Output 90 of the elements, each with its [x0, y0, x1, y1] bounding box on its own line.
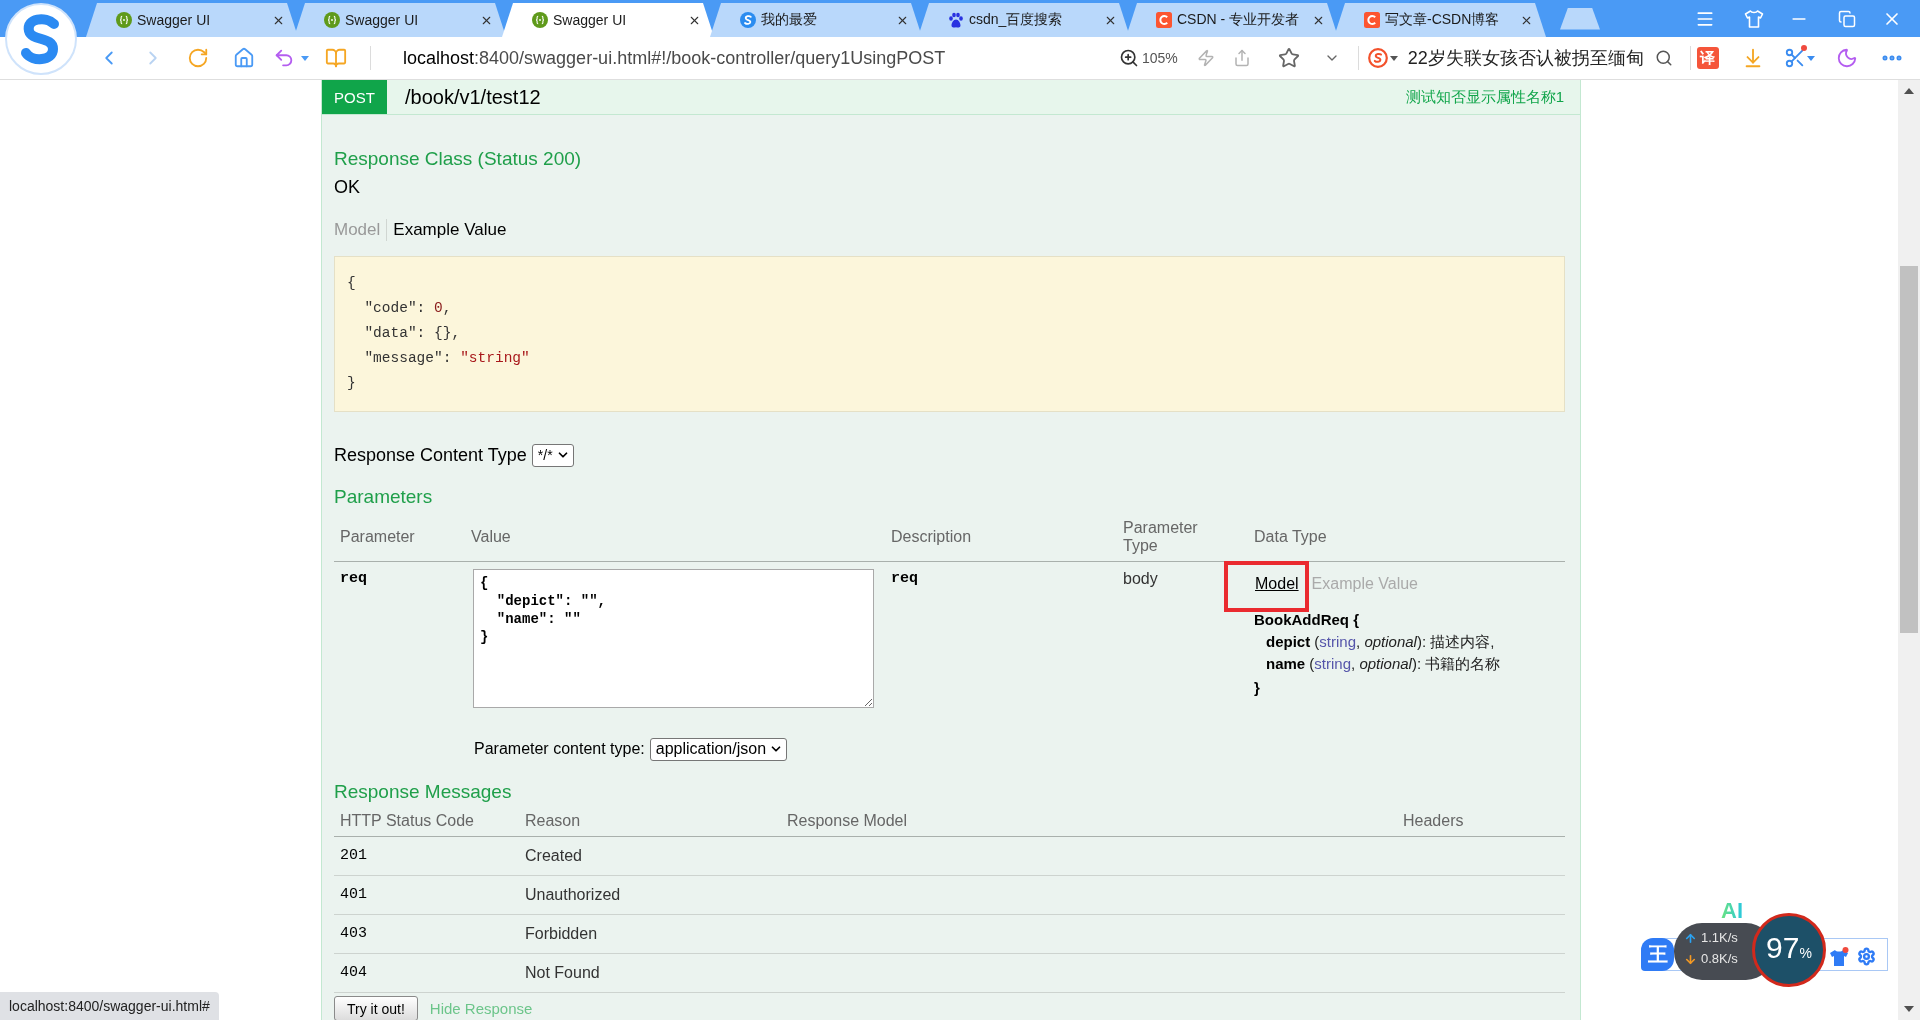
download-arrow-icon [1684, 952, 1697, 966]
method-badge: POST [322, 80, 387, 114]
table-cell: body [1123, 569, 1158, 589]
column-header: HTTP Status Code [339, 812, 475, 830]
field-label: Response Content Type [334, 444, 527, 466]
table-cell: Forbidden [525, 924, 598, 944]
try-button[interactable]: Try it out! [334, 996, 418, 1020]
curly-brace-logo-icon [116, 12, 132, 28]
model-line: name (string, optional): 书籍的名称 [1265, 654, 1501, 674]
section-heading: Parameters [334, 485, 433, 509]
settings-icon[interactable] [1857, 947, 1876, 966]
zoom-level[interactable]: 105% [1142, 50, 1178, 66]
load-ring[interactable]: 97% [1752, 913, 1826, 987]
lightning-icon[interactable] [1196, 49, 1215, 67]
undo-icon[interactable] [273, 47, 295, 69]
field-label: Parameter content type: [474, 740, 645, 758]
code-line: "data": {}, [363, 324, 461, 343]
s-logo-icon[interactable] [1367, 48, 1388, 68]
browser-tab[interactable]: 我的最爱 [710, 3, 922, 37]
restore-icon[interactable] [1838, 9, 1856, 28]
status-url-tooltip: localhost:8400/swagger-ui.html# [0, 992, 219, 1020]
upload-speed: 1.1K/s [1701, 929, 1738, 947]
table-cell: req [891, 569, 918, 589]
model-line: BookAddReq { [1254, 610, 1359, 630]
view-tab[interactable]: Model [1255, 574, 1299, 594]
status-text: OK [334, 176, 360, 198]
browser-tab[interactable]: Swagger UI [294, 3, 506, 37]
section-heading: Response Class (Status 200) [334, 147, 582, 171]
browser-tab[interactable]: Swagger UI [86, 3, 298, 37]
reload-icon[interactable] [187, 47, 209, 69]
parameter-name: req [340, 569, 367, 589]
paw-icon [948, 12, 964, 28]
address-field[interactable]: localhost:8400/swagger-ui.html#!/book-controller/query1UsingPOST [403, 47, 946, 69]
search-icon[interactable] [1654, 49, 1673, 67]
download-speed: 0.8K/s [1701, 950, 1738, 968]
curly-brace-logo-icon [324, 12, 340, 28]
endpoint-path[interactable]: /book/v1/test12 [405, 80, 541, 114]
star-icon[interactable] [1277, 47, 1300, 69]
column-header: Parameter Type [1122, 519, 1199, 555]
input-method-badge[interactable]: 王 [1641, 938, 1674, 971]
column-header: Reason [524, 812, 582, 830]
table-cell: 404 [340, 963, 367, 983]
moon-icon[interactable] [1835, 47, 1858, 69]
shirt-icon[interactable] [1744, 8, 1764, 29]
code-line: } [347, 374, 356, 393]
table-cell: Not Found [525, 963, 600, 983]
c-logo-icon [1156, 12, 1172, 28]
scissors-icon[interactable] [1783, 47, 1806, 69]
value-textarea[interactable]: { "depict": "", "name": "" } [473, 569, 874, 708]
column-header: Parameter [339, 528, 416, 546]
model-line: } [1254, 678, 1260, 698]
column-header: Data Type [1253, 528, 1328, 546]
code-line: "code": 0, [363, 299, 452, 318]
code-line: { [347, 274, 356, 293]
section-heading: Response Messages [334, 780, 512, 804]
table-cell: 201 [340, 846, 367, 866]
load-percent: 97% [1766, 931, 1812, 966]
zoom-icon[interactable] [1119, 48, 1139, 68]
caret-icon[interactable] [1806, 55, 1815, 61]
table-cell: 403 [340, 924, 367, 944]
browser-tab[interactable]: 写文章-CSDN博客 [1334, 3, 1546, 37]
table-cell: 401 [340, 885, 367, 905]
browser-tab[interactable]: Swagger UI [502, 3, 714, 37]
content-type-select[interactable]: */* [531, 443, 574, 467]
browser-tab[interactable]: csdn_百度搜索 [918, 3, 1130, 37]
scrollbar-thumb[interactable] [1900, 266, 1918, 633]
share-icon[interactable] [1232, 49, 1251, 67]
c-logo-icon [1364, 12, 1380, 28]
column-header: Headers [1402, 812, 1465, 830]
new-tab-button[interactable] [1560, 7, 1600, 30]
home-icon[interactable] [233, 47, 255, 69]
s-logo-icon [740, 12, 756, 28]
curly-brace-logo-icon [532, 12, 548, 28]
search-field[interactable]: 22岁失联女孩否认被拐至缅甸 [1407, 45, 1648, 71]
scroll-down-icon[interactable] [1904, 1006, 1914, 1012]
table-cell: Unauthorized [525, 885, 621, 905]
column-header: Value [470, 528, 512, 546]
upload-arrow-icon [1684, 931, 1697, 945]
code-line: "message": "string" [363, 349, 530, 368]
browser-tab[interactable]: CSDN - 专业开发者 [1126, 3, 1338, 37]
table-cell: Created [525, 846, 582, 866]
column-header: Description [890, 528, 973, 546]
model-line: depict (string, optional): 描述内容, [1265, 632, 1495, 652]
shirt-icon[interactable] [1829, 947, 1849, 967]
column-header: Response Model [786, 812, 909, 830]
view-tab[interactable]: Example Value [393, 219, 507, 241]
caret-icon[interactable] [1389, 55, 1398, 61]
book-icon[interactable] [325, 47, 347, 69]
scroll-up-icon[interactable] [1904, 88, 1914, 94]
content-type-select[interactable]: application/json [649, 737, 788, 761]
